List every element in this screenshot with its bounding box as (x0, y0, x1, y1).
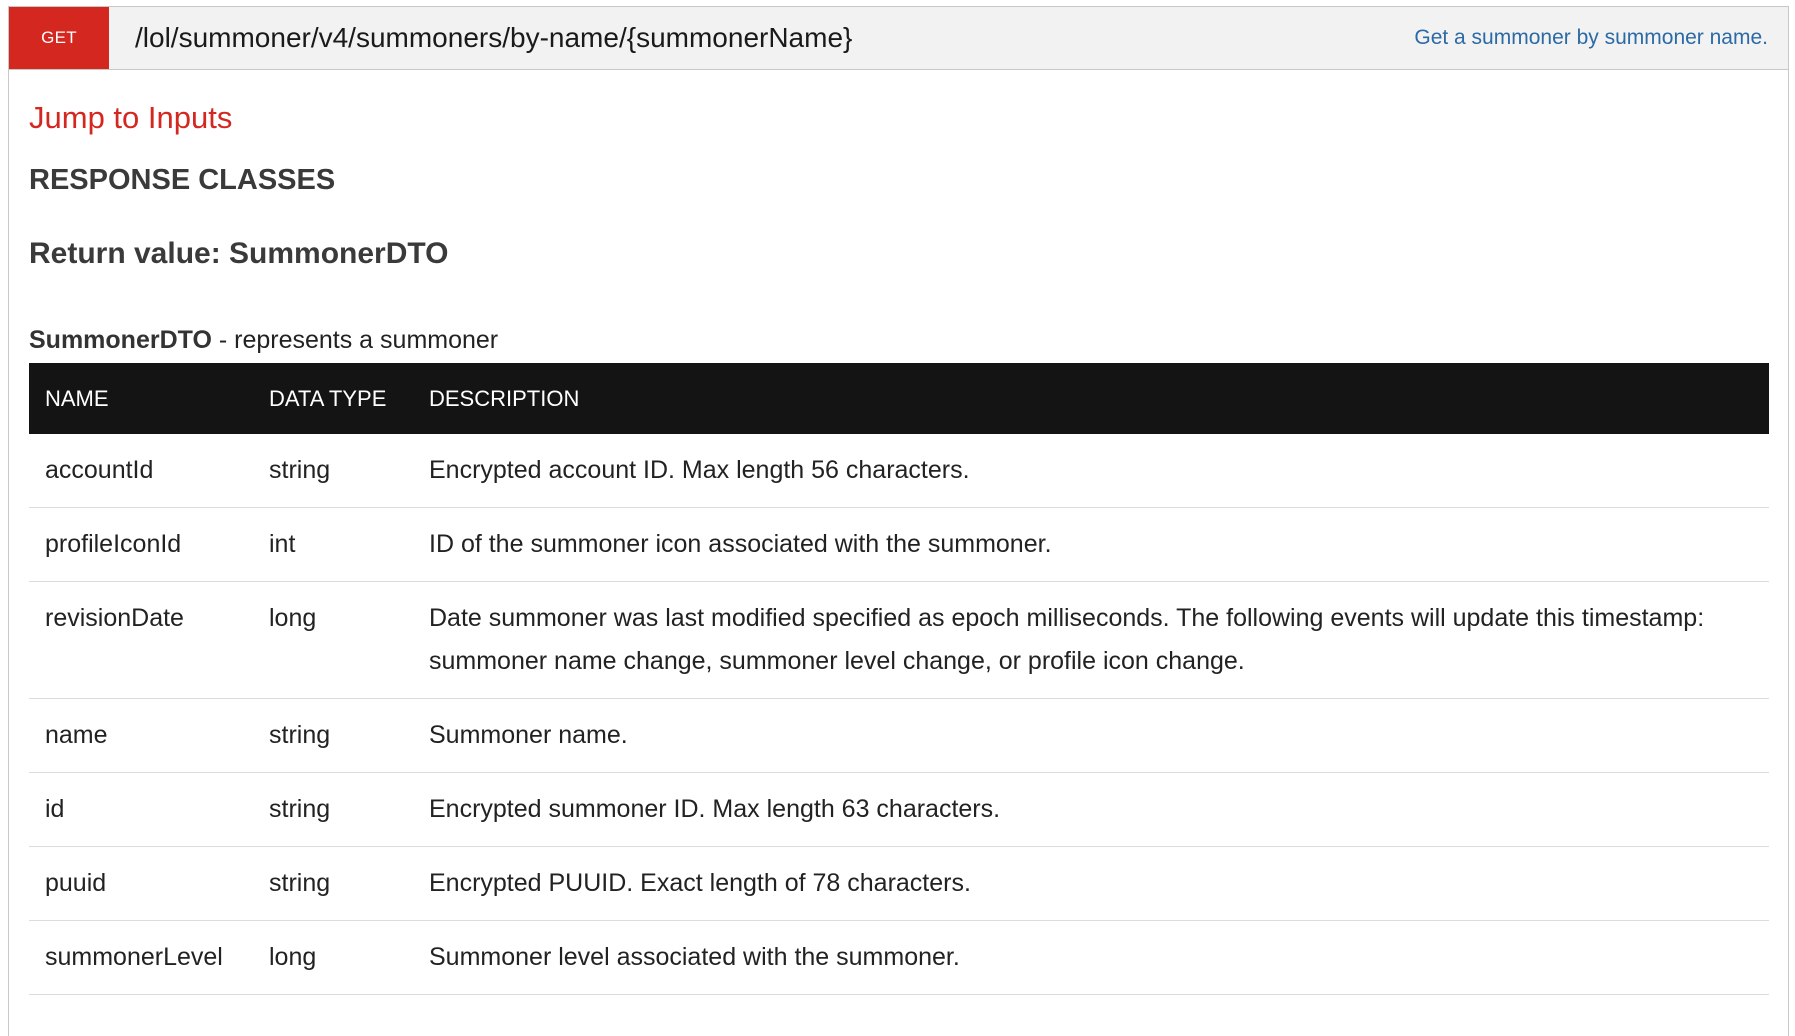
table-row: summonerLevel long Summoner level associ… (29, 920, 1769, 995)
field-name: summonerLevel (29, 920, 253, 995)
column-header-description: DESCRIPTION (429, 385, 580, 411)
field-type: string (253, 698, 413, 773)
field-type: string (253, 772, 413, 847)
field-name: profileIconId (29, 507, 253, 582)
table-row: puuid string Encrypted PUUID. Exact leng… (29, 846, 1769, 921)
field-name: revisionDate (29, 581, 253, 699)
table-row: profileIconId int ID of the summoner ico… (29, 507, 1769, 582)
column-header-data-type: DATA TYPE (269, 385, 387, 411)
field-description: Date summoner was last modified specifie… (413, 581, 1769, 699)
field-description: Encrypted summoner ID. Max length 63 cha… (413, 772, 1769, 847)
field-name: accountId (29, 434, 253, 508)
table-row: revisionDate long Date summoner was last… (29, 581, 1769, 699)
endpoint-summary-link[interactable]: Get a summoner by summoner name. (1414, 7, 1768, 69)
table-header-row: NAME DATA TYPE DESCRIPTION (29, 363, 1769, 434)
field-description: Encrypted account ID. Max length 56 char… (413, 434, 1769, 508)
field-name: name (29, 698, 253, 773)
http-method-badge: GET (9, 7, 109, 69)
field-type: string (253, 846, 413, 921)
table-row: id string Encrypted summoner ID. Max len… (29, 772, 1769, 847)
column-header-name: NAME (45, 385, 109, 411)
dto-description: - represents a summoner (211, 326, 499, 354)
field-type: string (253, 434, 413, 508)
jump-to-inputs-link[interactable]: Jump to Inputs (29, 100, 232, 136)
field-description: Summoner level associated with the summo… (413, 920, 1769, 995)
response-classes-heading: RESPONSE CLASSES (29, 164, 336, 196)
endpoint-header-bar[interactable]: GET /lol/summoner/v4/summoners/by-name/{… (9, 7, 1788, 70)
endpoint-body: Jump to Inputs RESPONSE CLASSES Return v… (9, 70, 1788, 995)
table-row: accountId string Encrypted account ID. M… (29, 434, 1769, 508)
dto-name: SummonerDTO (29, 326, 212, 354)
field-type: long (253, 581, 413, 699)
field-description: ID of the summoner icon associated with … (413, 507, 1769, 582)
dto-fields-table: NAME DATA TYPE DESCRIPTION accountId str… (29, 363, 1769, 995)
field-name: id (29, 772, 253, 847)
api-endpoint-panel: GET /lol/summoner/v4/summoners/by-name/{… (8, 6, 1789, 1036)
field-type: long (253, 920, 413, 995)
dto-caption: SummonerDTO - represents a summoner (29, 323, 1768, 357)
field-description: Summoner name. (413, 698, 1769, 773)
field-type: int (253, 507, 413, 582)
table-row: name string Summoner name. (29, 698, 1769, 773)
endpoint-path[interactable]: /lol/summoner/v4/summoners/by-name/{summ… (135, 22, 852, 54)
field-description: Encrypted PUUID. Exact length of 78 char… (413, 846, 1769, 921)
field-name: puuid (29, 846, 253, 921)
return-value-heading: Return value: SummonerDTO (29, 237, 449, 270)
